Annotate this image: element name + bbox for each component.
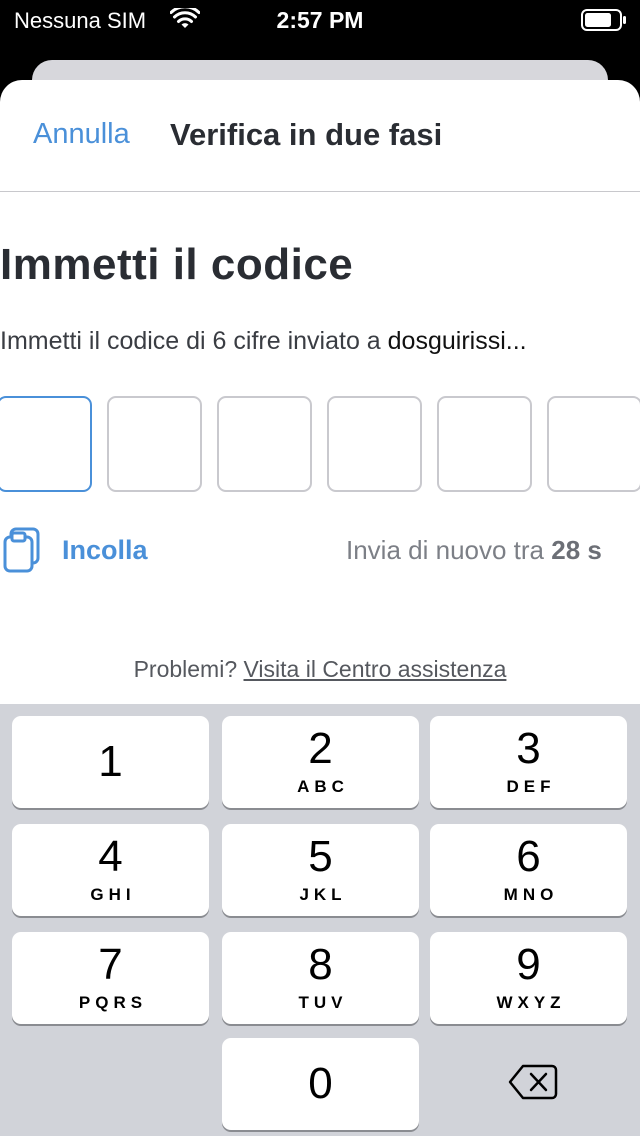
- key-letters: GHI: [90, 885, 136, 904]
- key-7[interactable]: 7 PQRS: [12, 932, 209, 1024]
- code-digit-5[interactable]: [437, 396, 532, 492]
- key-number: 5: [308, 832, 333, 881]
- resend-prefix: Invia di nuovo tra: [346, 535, 552, 565]
- key-4[interactable]: 4 GHI: [12, 824, 209, 916]
- help-center-link[interactable]: Visita il Centro assistenza: [244, 656, 507, 682]
- key-number: 4: [98, 832, 123, 881]
- code-digit-6[interactable]: [547, 396, 640, 492]
- help-prefix: Problemi?: [133, 656, 238, 682]
- instructions-prefix: Immetti il codice di 6 cifre inviato a: [0, 327, 388, 355]
- numeric-keyboard: 1 2 ABC 3 DEF 4 GHI 5 JKL 6 MNO 7 PQRS 8 TUV 9 W…: [0, 704, 640, 1136]
- key-letters: ABC: [297, 777, 349, 796]
- help-line: Problemi? Visita il Centro assistenza: [0, 656, 640, 683]
- key-number: 1: [98, 737, 123, 786]
- key-number: 3: [516, 724, 541, 773]
- key-1[interactable]: 1: [12, 716, 209, 808]
- status-bar: Nessuna SIM 2:57 PM: [0, 0, 640, 40]
- paste-button[interactable]: Incolla: [0, 523, 170, 575]
- key-3[interactable]: 3 DEF: [430, 716, 627, 808]
- key-6[interactable]: 6 MNO: [430, 824, 627, 916]
- key-0[interactable]: 0: [222, 1038, 419, 1130]
- battery-icon: [581, 9, 626, 31]
- key-letters: TUV: [298, 993, 348, 1012]
- key-letters: WXYZ: [496, 993, 566, 1012]
- key-9[interactable]: 9 WXYZ: [430, 932, 627, 1024]
- key-2[interactable]: 2 ABC: [222, 716, 419, 808]
- key-number: 9: [516, 940, 541, 989]
- resend-countdown: Invia di nuovo tra 28 s: [346, 535, 602, 566]
- key-letters: JKL: [299, 885, 347, 904]
- key-letters: PQRS: [78, 993, 148, 1012]
- key-letters: DEF: [506, 777, 556, 796]
- code-digit-4[interactable]: [327, 396, 422, 492]
- key-letters: MNO: [503, 885, 559, 904]
- key-5[interactable]: 5 JKL: [222, 824, 419, 916]
- delete-icon: [508, 1064, 558, 1100]
- code-digit-2[interactable]: [107, 396, 202, 492]
- instructions-text: Immetti il codice di 6 cifre inviato a d…: [0, 327, 527, 356]
- page-title: Verifica in due fasi: [170, 117, 443, 152]
- key-number: 2: [308, 724, 333, 773]
- key-8[interactable]: 8 TUV: [222, 932, 419, 1024]
- paste-label: Incolla: [62, 535, 148, 565]
- key-number: 6: [516, 832, 541, 881]
- code-digit-1[interactable]: [0, 396, 92, 492]
- code-digit-3[interactable]: [217, 396, 312, 492]
- key-number: 8: [308, 940, 333, 989]
- delete-key[interactable]: [430, 1038, 627, 1130]
- clock: 2:57 PM: [276, 7, 364, 33]
- key-number: 7: [98, 940, 123, 989]
- navigation-bar: Annulla Verifica in due fasi: [0, 80, 640, 192]
- key-number: 0: [308, 1059, 333, 1108]
- cancel-button[interactable]: Annulla: [33, 118, 130, 151]
- recipient-email: dosguirissi...: [387, 327, 527, 355]
- clipboard-icon: [3, 527, 40, 573]
- heading: Immetti il codice: [0, 240, 354, 289]
- resend-seconds: 28 s: [551, 535, 602, 565]
